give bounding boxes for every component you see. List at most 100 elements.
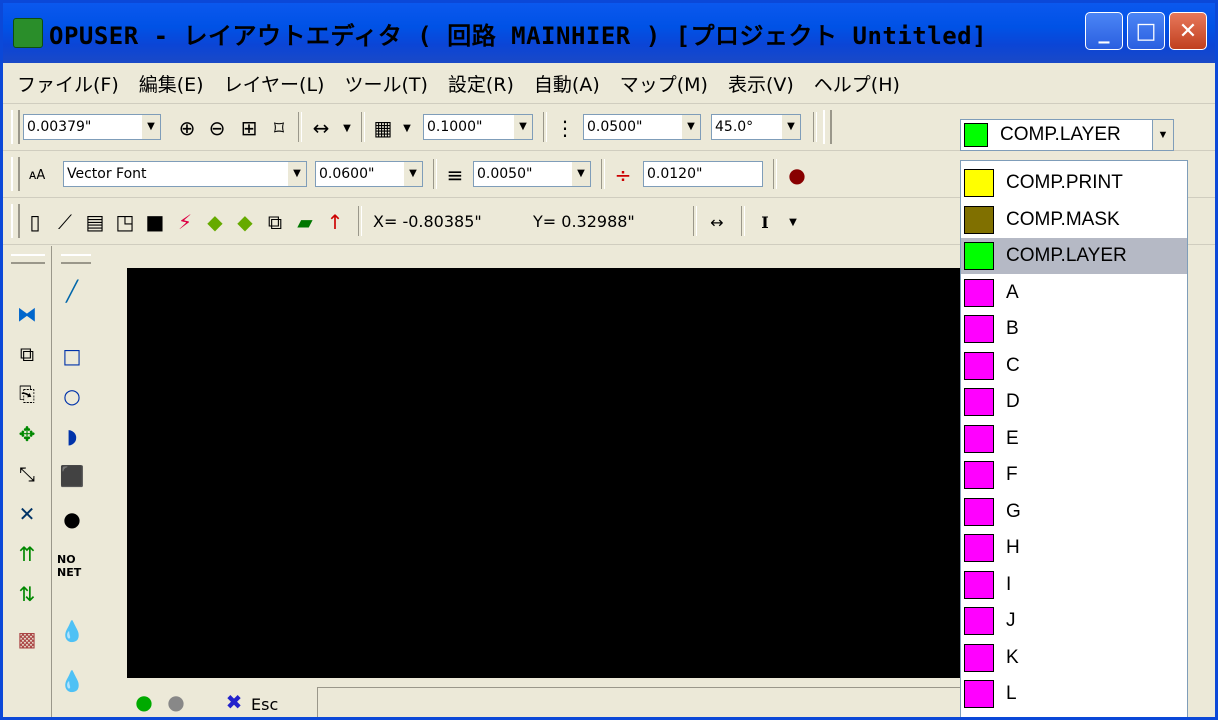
layer-combo[interactable]: COMP.LAYER ▼ bbox=[960, 119, 1174, 151]
pad-icon[interactable]: ◆ bbox=[201, 208, 229, 236]
chevron-down-icon[interactable]: ▼ bbox=[142, 115, 160, 139]
spacing-icon[interactable]: ÷ bbox=[609, 161, 637, 189]
component-icon[interactable]: ▯ bbox=[21, 208, 49, 236]
chevron-down-icon[interactable]: ▼ bbox=[393, 114, 421, 142]
chevron-down-icon[interactable]: ▼ bbox=[404, 162, 422, 186]
bolt-icon[interactable]: ⚡ bbox=[171, 208, 199, 236]
route-icon[interactable]: ⟋ bbox=[51, 208, 79, 236]
menu-map-real[interactable]: マップ(M) bbox=[620, 70, 708, 97]
layer-option[interactable]: COMP.MASK bbox=[961, 202, 1187, 238]
app-icon bbox=[13, 18, 43, 48]
block-icon[interactable]: ▰ bbox=[291, 208, 319, 236]
font-icon[interactable]: ᴀA bbox=[23, 161, 51, 189]
chevron-down-icon[interactable]: ▼ bbox=[288, 162, 306, 186]
line-width-icon[interactable]: ≡ bbox=[441, 161, 469, 189]
menu-layer[interactable]: レイヤー(L) bbox=[224, 70, 325, 97]
spacing-field[interactable]: 0.0120" bbox=[643, 161, 763, 187]
snap-grid-icon[interactable]: ⋮ bbox=[551, 114, 579, 142]
chevron-down-icon[interactable]: ▼ bbox=[514, 115, 532, 139]
layers-icon[interactable]: ⧉ bbox=[261, 208, 289, 236]
layer-option[interactable]: F bbox=[961, 457, 1187, 493]
layer-option[interactable]: L bbox=[961, 676, 1187, 712]
line-width-combo[interactable]: 0.0050" ▼ bbox=[473, 161, 591, 187]
zoom-fit-icon[interactable]: ⌑ bbox=[265, 114, 293, 142]
mirror-icon[interactable]: ⧓ bbox=[12, 299, 42, 329]
chevron-down-icon[interactable]: ▼ bbox=[779, 208, 807, 236]
chevron-down-icon[interactable]: ▼ bbox=[333, 114, 361, 142]
separator bbox=[741, 206, 745, 236]
layer-option[interactable]: B bbox=[961, 311, 1187, 347]
measure-icon[interactable]: ↔ bbox=[703, 208, 731, 236]
i-button[interactable]: I bbox=[751, 208, 779, 236]
zoom-out-icon[interactable]: ⊖ bbox=[203, 114, 231, 142]
layer-option[interactable]: C bbox=[961, 348, 1187, 384]
layer-option[interactable]: E bbox=[961, 421, 1187, 457]
layer-option[interactable]: K bbox=[961, 640, 1187, 676]
layout-canvas[interactable] bbox=[127, 268, 987, 678]
chevron-down-icon[interactable]: ▼ bbox=[682, 115, 700, 139]
layer-swap-icon[interactable]: ⇅ bbox=[12, 579, 42, 609]
double-drop-icon[interactable]: 💧 bbox=[57, 666, 87, 696]
layer-select-icon[interactable]: ⧉ bbox=[12, 339, 42, 369]
layer-option[interactable]: G bbox=[961, 494, 1187, 530]
grid2-combo[interactable]: 0.0500" ▼ bbox=[583, 114, 701, 140]
line-icon[interactable]: ╱ bbox=[57, 276, 87, 306]
close-button[interactable]: ✕ bbox=[1169, 12, 1207, 50]
esc-icon[interactable]: ✖ bbox=[219, 687, 249, 717]
layer-option[interactable]: COMP.PRINT bbox=[961, 165, 1187, 201]
toolbar-grip[interactable] bbox=[11, 110, 20, 144]
toolbar-grip[interactable] bbox=[11, 254, 45, 264]
menu-settings[interactable]: 設定(R) bbox=[448, 70, 514, 97]
layer-option[interactable]: A bbox=[961, 275, 1187, 311]
toolbar-grip[interactable] bbox=[11, 157, 20, 191]
snap-combo[interactable]: 0.00379" ▼ bbox=[23, 114, 161, 140]
minimize-button[interactable]: _ bbox=[1085, 12, 1123, 50]
arc-icon[interactable]: ◗ bbox=[57, 421, 87, 451]
copy-icon[interactable]: ⎘ bbox=[12, 379, 42, 409]
no-net-icon[interactable]: NO NET bbox=[57, 551, 87, 581]
pad2-icon[interactable]: ◆ bbox=[231, 208, 259, 236]
layer-option[interactable]: H bbox=[961, 530, 1187, 566]
zoom-in-icon[interactable]: ⊕ bbox=[173, 114, 201, 142]
menu-help[interactable]: ヘルプ(H) bbox=[814, 70, 900, 97]
chevron-down-icon[interactable]: ▼ bbox=[572, 162, 590, 186]
layer-option[interactable]: M bbox=[961, 713, 1187, 717]
title-bar[interactable]: OPUSER - レイアウトエディタ ( 回路 MAINHIER ) [プロジェ… bbox=[3, 3, 1215, 63]
menu-file[interactable]: ファイル(F) bbox=[17, 70, 119, 97]
layer-option[interactable]: I bbox=[961, 567, 1187, 603]
maximize-button[interactable]: □ bbox=[1127, 12, 1165, 50]
layer-option[interactable]: D bbox=[961, 384, 1187, 420]
shape-icon[interactable]: ⬛ bbox=[57, 461, 87, 491]
chevron-down-icon[interactable]: ▼ bbox=[1152, 120, 1173, 150]
font-combo[interactable]: Vector Font ▼ bbox=[63, 161, 307, 187]
menu-tools[interactable]: ツール(T) bbox=[344, 70, 427, 97]
drop-icon[interactable]: 💧 bbox=[57, 616, 87, 646]
delete-icon[interactable]: ✕ bbox=[12, 499, 42, 529]
angle-combo[interactable]: 45.0° ▼ bbox=[711, 114, 801, 140]
grid-combo[interactable]: 0.1000" ▼ bbox=[423, 114, 533, 140]
circle-icon[interactable]: ○ bbox=[57, 381, 87, 411]
fill-icon[interactable]: ■ bbox=[141, 208, 169, 236]
toolbar-grip[interactable] bbox=[61, 254, 91, 264]
via-icon[interactable]: ● bbox=[57, 504, 87, 534]
measure-icon[interactable]: ↔ bbox=[307, 114, 335, 142]
menu-edit[interactable]: 編集(E) bbox=[139, 70, 204, 97]
hatch-icon[interactable]: ▩ bbox=[12, 624, 42, 654]
rectangle-icon[interactable]: □ bbox=[57, 341, 87, 371]
scale-icon[interactable]: ⤡ bbox=[12, 459, 42, 489]
toolbar-grip[interactable] bbox=[823, 110, 832, 144]
probe-icon[interactable]: ↑ bbox=[321, 208, 349, 236]
move-icon[interactable]: ✥ bbox=[12, 419, 42, 449]
menu-view[interactable]: 表示(V) bbox=[728, 70, 794, 97]
chevron-down-icon[interactable]: ▼ bbox=[782, 115, 800, 139]
toolbar-grip[interactable] bbox=[11, 204, 20, 238]
layer-option[interactable]: J bbox=[961, 603, 1187, 639]
menu-auto[interactable]: 自動(A) bbox=[534, 70, 600, 97]
layer-option[interactable]: COMP.LAYER bbox=[961, 238, 1187, 274]
zoom-window-icon[interactable]: ⊞ bbox=[235, 114, 263, 142]
text-icon[interactable]: ▤ bbox=[81, 208, 109, 236]
text-size-combo[interactable]: 0.0600" ▼ bbox=[315, 161, 423, 187]
layer-up-icon[interactable]: ⇈ bbox=[12, 539, 42, 569]
select-icon[interactable]: ◳ bbox=[111, 208, 139, 236]
pin-icon[interactable]: ● bbox=[783, 161, 811, 189]
